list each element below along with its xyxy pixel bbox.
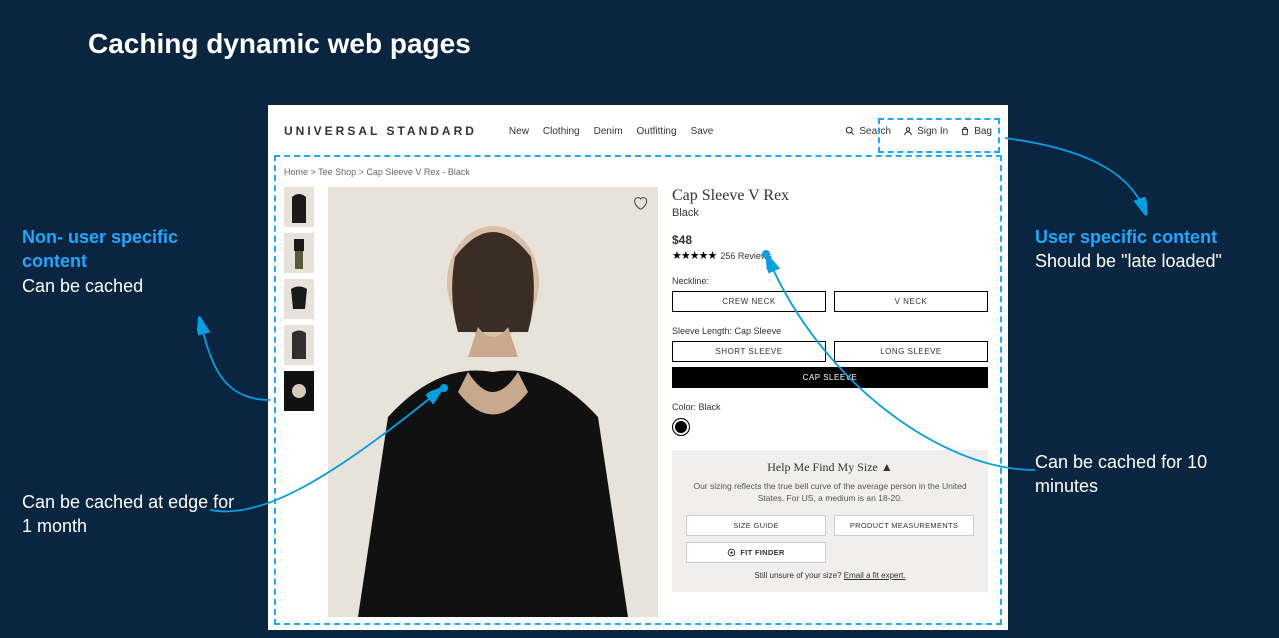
- thumbnail[interactable]: [284, 187, 314, 227]
- thumbnail[interactable]: [284, 233, 314, 273]
- annotation-sub: Can be cached: [22, 274, 242, 298]
- nav-outfitting[interactable]: Outfitting: [637, 126, 677, 137]
- annotation-text: Can be cached at edge for 1 month: [22, 490, 242, 539]
- size-helper: Help Me Find My Size ▲ Our sizing reflec…: [672, 450, 988, 592]
- product-variant: Black: [672, 207, 988, 219]
- nav-save[interactable]: Save: [691, 126, 714, 137]
- bag-label: Bag: [974, 126, 992, 137]
- fit-finder-label: FIT FINDER: [740, 548, 784, 557]
- size-guide-button[interactable]: SIZE GUIDE: [686, 515, 826, 536]
- product-name: Cap Sleeve V Rex: [672, 187, 988, 205]
- annotation-sub: Should be "late loaded": [1035, 249, 1255, 273]
- size-helper-title[interactable]: Help Me Find My Size ▲: [686, 460, 974, 475]
- product-price: $48: [672, 233, 988, 247]
- breadcrumb[interactable]: Home > Tee Shop > Cap Sleeve V Rex - Bla…: [284, 167, 992, 177]
- option-long-sleeve[interactable]: LONG SLEEVE: [834, 341, 988, 362]
- product-details: Cap Sleeve V Rex Black $48 ★★★★★ 256 Rev…: [672, 187, 992, 617]
- annotation-heading: User specific content: [1035, 225, 1255, 249]
- search-button[interactable]: Search: [845, 126, 891, 137]
- thumbnail-strip: [284, 187, 314, 617]
- annotation-text: Can be cached for 10 minutes: [1035, 450, 1255, 499]
- nav-denim[interactable]: Denim: [594, 126, 623, 137]
- thumbnail[interactable]: [284, 371, 314, 411]
- search-icon: [845, 126, 855, 136]
- thumbnail[interactable]: [284, 325, 314, 365]
- size-helper-blurb: Our sizing reflects the true bell curve …: [686, 481, 974, 505]
- sleeve-label: Sleeve Length: Cap Sleeve: [672, 326, 988, 336]
- star-icon: ★★★★★: [672, 249, 716, 262]
- rating[interactable]: ★★★★★ 256 Reviews: [672, 249, 988, 262]
- user-icon: [903, 126, 913, 136]
- color-swatch-black[interactable]: [672, 418, 690, 436]
- search-label: Search: [859, 126, 891, 137]
- measurements-button[interactable]: PRODUCT MEASUREMENTS: [834, 515, 974, 536]
- nav-clothing[interactable]: Clothing: [543, 126, 580, 137]
- brand-logo[interactable]: UNIVERSAL STANDARD: [284, 124, 477, 138]
- topbar-right: Search Sign In Bag: [845, 126, 992, 137]
- reviews-count: 256 Reviews: [720, 251, 772, 261]
- product-illustration: [328, 187, 658, 617]
- favorite-button[interactable]: [632, 195, 648, 214]
- neckline-label: Neckline:: [672, 276, 988, 286]
- annotation-10min-cache: Can be cached for 10 minutes: [1035, 450, 1255, 499]
- bag-icon: [960, 126, 970, 136]
- signin-label: Sign In: [917, 126, 948, 137]
- annotation-edge-cache: Can be cached at edge for 1 month: [22, 490, 242, 539]
- size-helper-footer: Still unsure of your size? Email a fit e…: [686, 571, 974, 580]
- annotation-nonuser-content: Non- user specific content Can be cached: [22, 225, 242, 298]
- option-cap-sleeve[interactable]: CAP SLEEVE: [672, 367, 988, 388]
- heart-icon: [632, 195, 648, 211]
- option-v-neck[interactable]: V NECK: [834, 291, 988, 312]
- browser-mock: UNIVERSAL STANDARD New Clothing Denim Ou…: [268, 105, 1008, 630]
- primary-nav: New Clothing Denim Outfitting Save: [509, 126, 827, 137]
- nav-new[interactable]: New: [509, 126, 529, 137]
- bag-button[interactable]: Bag: [960, 126, 992, 137]
- color-label: Color: Black: [672, 402, 988, 412]
- topbar: UNIVERSAL STANDARD New Clothing Denim Ou…: [284, 117, 992, 145]
- option-short-sleeve[interactable]: SHORT SLEEVE: [672, 341, 826, 362]
- email-fit-expert-link[interactable]: Email a fit expert.: [844, 571, 906, 580]
- signin-button[interactable]: Sign In: [903, 126, 948, 137]
- option-crew-neck[interactable]: CREW NECK: [672, 291, 826, 312]
- annotation-user-content: User specific content Should be "late lo…: [1035, 225, 1255, 274]
- target-icon: [727, 548, 736, 557]
- annotation-heading: Non- user specific content: [22, 225, 242, 274]
- thumbnail[interactable]: [284, 279, 314, 319]
- product-area: Cap Sleeve V Rex Black $48 ★★★★★ 256 Rev…: [284, 187, 992, 617]
- product-main-image[interactable]: [328, 187, 658, 617]
- fit-finder-button[interactable]: FIT FINDER: [686, 542, 826, 563]
- slide-title: Caching dynamic web pages: [88, 28, 471, 60]
- footer-prefix: Still unsure of your size?: [754, 571, 843, 580]
